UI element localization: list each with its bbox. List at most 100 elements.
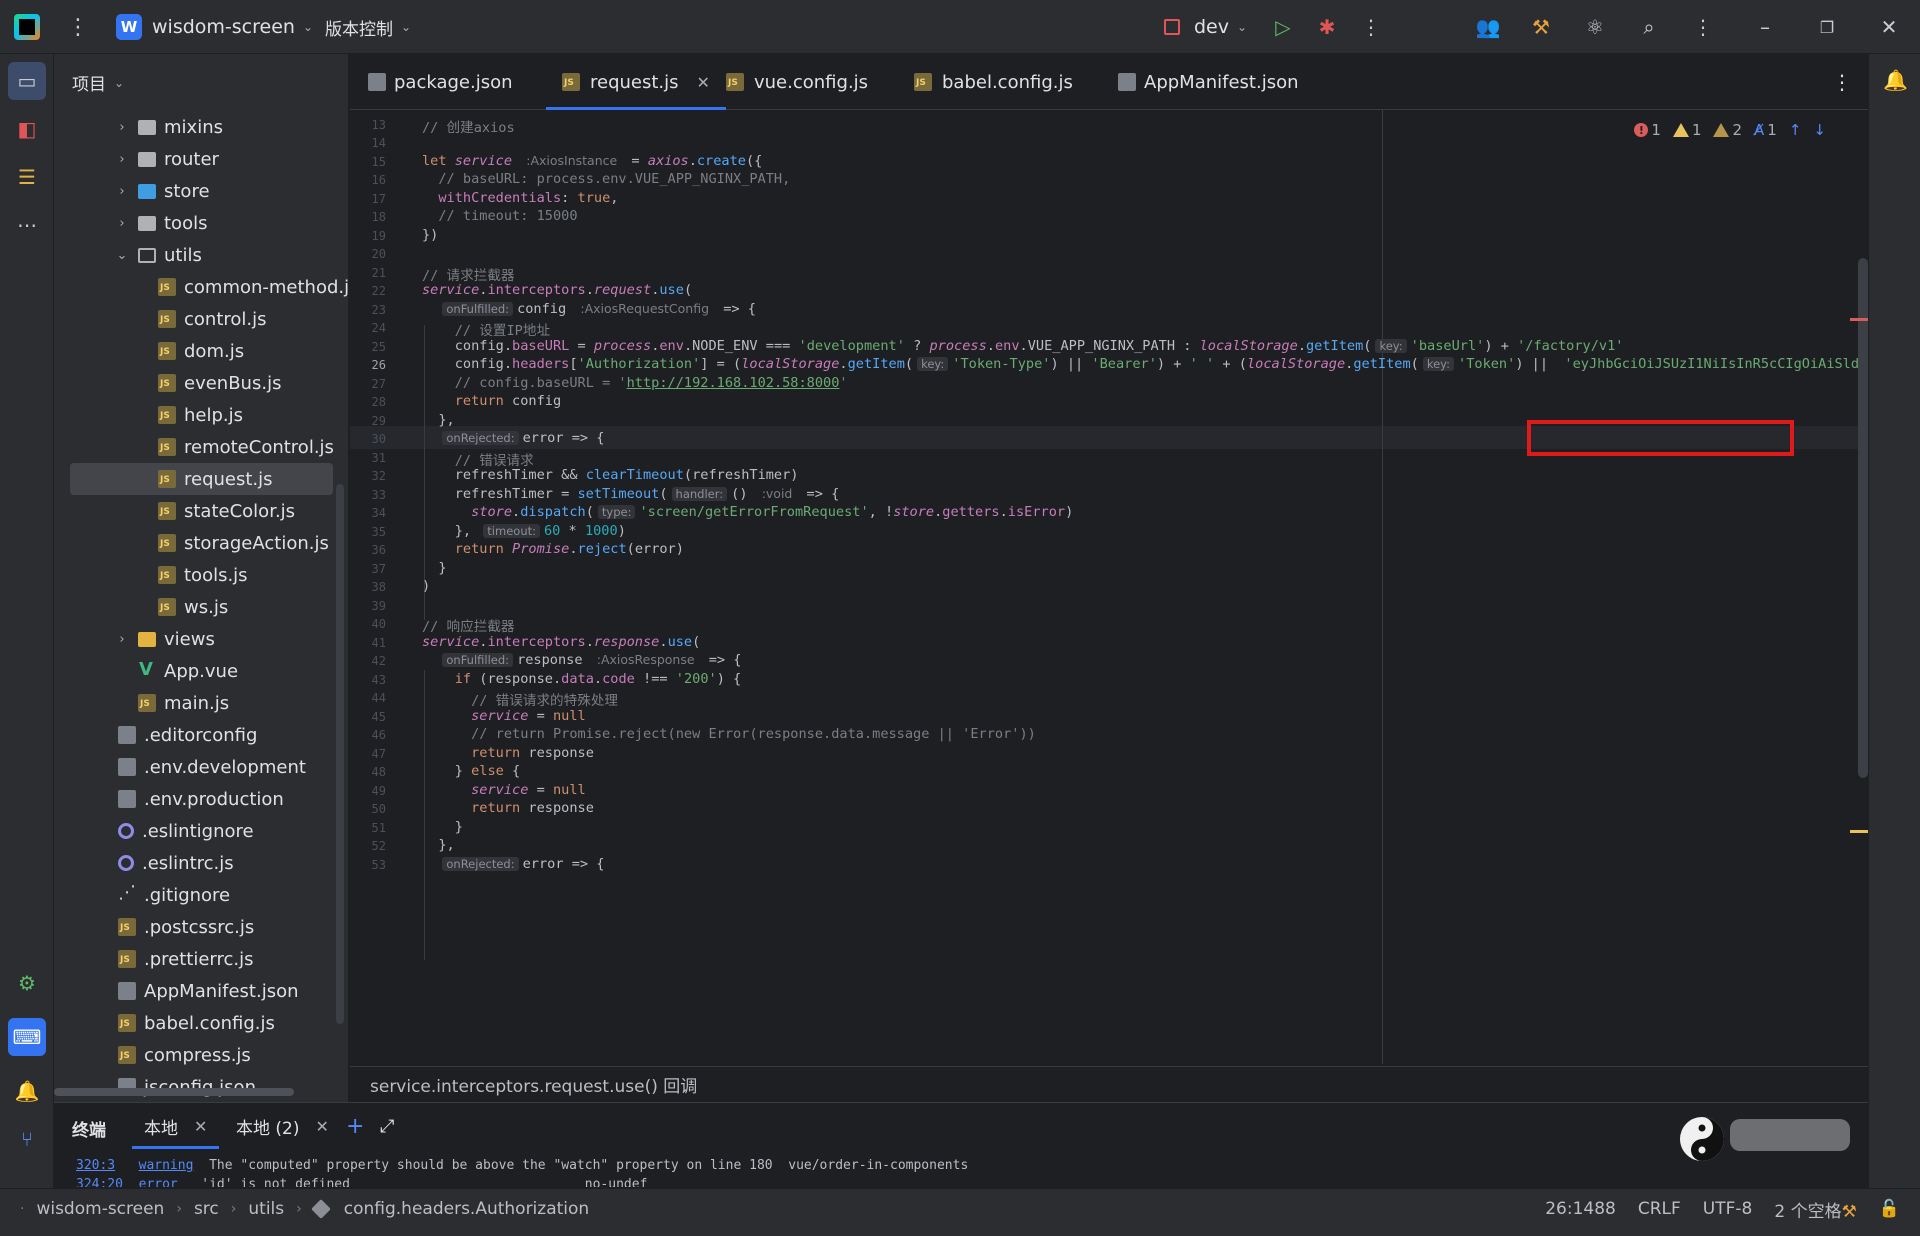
inspection-widget[interactable]: ! 1 1 2 A̸ 1 ↑ ↓ — [1634, 118, 1826, 142]
database-tool-icon[interactable]: ☰ — [8, 158, 46, 196]
chevron-right-icon[interactable]: › — [114, 216, 130, 231]
tree-item[interactable]: request.js — [70, 463, 333, 495]
problems-tool-icon[interactable]: 🔔 — [8, 1072, 46, 1110]
tree-item[interactable]: › mixins — [54, 111, 348, 143]
vcs-selector[interactable]: 版本控制 ⌄ — [325, 0, 411, 54]
tree-item[interactable]: › store — [54, 175, 348, 207]
error-stripe-marker[interactable] — [1850, 318, 1868, 321]
run-config-selector[interactable]: dev ⌄ — [1164, 0, 1247, 54]
tree-scrollbar[interactable] — [336, 484, 344, 1024]
tree-item[interactable]: main.js — [54, 687, 348, 719]
tree-item[interactable]: ws.js — [54, 591, 348, 623]
tree-horizontal-scrollbar[interactable] — [54, 1088, 294, 1096]
tree-item[interactable]: remoteControl.js — [54, 431, 348, 463]
tab-request-js[interactable]: request.js ✕ — [546, 54, 726, 110]
tree-item[interactable]: stateColor.js — [54, 495, 348, 527]
editor-breadcrumb[interactable]: service.interceptors.request.use() 回调 — [350, 1066, 1868, 1102]
terminal-link[interactable]: 324:20 — [76, 1177, 123, 1187]
app-logo[interactable] — [14, 0, 42, 54]
tree-item[interactable]: .prettierrc.js — [54, 943, 348, 975]
debug-icon[interactable]: ✱ — [1312, 0, 1342, 54]
close-icon[interactable]: ✕ — [1874, 0, 1904, 54]
tree-item[interactable]: evenBus.js — [54, 367, 348, 399]
tree-item[interactable]: ⌄ utils — [54, 239, 348, 271]
tree-item[interactable]: .gitignore — [54, 879, 348, 911]
structure-tool-icon[interactable]: ◧ — [8, 110, 46, 148]
terminal-tab-local-2[interactable]: 本地 (2) ✕ — [236, 1103, 329, 1149]
tree-item[interactable]: › views — [54, 623, 348, 655]
minimize-icon[interactable]: – — [1750, 0, 1780, 54]
git-tool-icon[interactable]: ⑂ — [8, 1120, 46, 1158]
warnings-count[interactable]: 1 — [1672, 121, 1701, 139]
file-encoding[interactable]: UTF-8 — [1703, 1199, 1753, 1219]
tab-vue-config-js[interactable]: vue.config.js — [726, 54, 868, 110]
tree-item[interactable]: babel.config.js — [54, 1007, 348, 1039]
tab-package-json[interactable]: package.json — [368, 54, 513, 110]
tree-item[interactable]: tools.js — [54, 559, 348, 591]
typos-count[interactable]: A̸ 1 — [1754, 121, 1777, 139]
status-crumb[interactable]: src — [194, 1199, 219, 1219]
terminal-tab-local[interactable]: 本地 ✕ — [131, 1103, 220, 1149]
close-tab-icon[interactable]: ✕ — [194, 1117, 207, 1136]
read-only-lock-icon[interactable]: 🔓 — [1879, 1199, 1900, 1219]
terminal-tool-icon[interactable]: ⌨ — [8, 1018, 46, 1056]
tree-item[interactable]: .eslintrc.js — [54, 847, 348, 879]
notifications-icon[interactable]: 🔔 — [1883, 68, 1908, 92]
code-editor[interactable]: 1213141516171819202122232425262728293031… — [350, 110, 1868, 1064]
close-tab-icon[interactable]: ✕ — [697, 73, 710, 92]
project-selector[interactable]: W wisdom-screen ⌄ — [116, 0, 313, 54]
tree-item[interactable]: dom.js — [54, 335, 348, 367]
code-with-me-icon[interactable]: 👥 — [1473, 0, 1503, 54]
tab-options-icon[interactable]: ⋮ — [1832, 54, 1852, 110]
tree-item[interactable]: App.vue — [54, 655, 348, 687]
terminal-link[interactable]: 320:3 — [76, 1158, 115, 1173]
tree-item[interactable]: jsconfig.json — [54, 1071, 348, 1102]
settings-menu-icon[interactable]: ⋮ — [1688, 0, 1718, 54]
more-tools-icon[interactable]: ⋯ — [8, 206, 46, 244]
tree-item[interactable]: AppManifest.json — [54, 975, 348, 1007]
tree-item[interactable]: .env.development — [54, 751, 348, 783]
project-panel-title[interactable]: 项目 ⌄ — [72, 70, 124, 95]
tree-item[interactable]: help.js — [54, 399, 348, 431]
run-icon[interactable]: ▷ — [1268, 0, 1298, 54]
tree-item[interactable]: compress.js — [54, 1039, 348, 1071]
status-crumb[interactable]: config.headers.Authorization — [344, 1199, 589, 1219]
editor-scrollbar[interactable] — [1858, 258, 1868, 778]
search-icon[interactable]: ⌕ — [1634, 0, 1664, 54]
tree-item[interactable]: › tools — [54, 207, 348, 239]
warning-stripe-marker[interactable] — [1850, 830, 1868, 833]
tree-item[interactable]: common-method.js — [54, 271, 348, 303]
expand-icon[interactable]: ⤢ — [380, 1103, 394, 1149]
tree-item[interactable]: .env.production — [54, 783, 348, 815]
chevron-down-icon[interactable]: ⌄ — [114, 248, 130, 263]
close-tab-icon[interactable]: ✕ — [315, 1117, 328, 1136]
chevron-right-icon[interactable]: › — [114, 152, 130, 167]
services-gear-icon[interactable]: ⚙ — [8, 964, 46, 1002]
tree-item[interactable]: .postcssrc.js — [54, 911, 348, 943]
tab-appmanifest-json[interactable]: AppManifest.json — [1118, 54, 1299, 110]
tab-babel-config-js[interactable]: babel.config.js — [914, 54, 1073, 110]
tree-item[interactable]: control.js — [54, 303, 348, 335]
prev-highlight-icon[interactable]: ↑ — [1789, 121, 1802, 139]
indent-setting[interactable]: 2 个空格⚒ — [1774, 1197, 1856, 1222]
restore-icon[interactable]: ❐ — [1812, 0, 1842, 54]
tree-item[interactable]: .editorconfig — [54, 719, 348, 751]
main-menu-icon[interactable]: ⋮ — [67, 0, 89, 54]
errors-count[interactable]: ! 1 — [1634, 121, 1661, 139]
line-separator[interactable]: CRLF — [1638, 1199, 1681, 1219]
caret-position[interactable]: 26:1488 — [1545, 1199, 1616, 1219]
chevron-right-icon[interactable]: › — [114, 120, 130, 135]
next-highlight-icon[interactable]: ↓ — [1813, 121, 1826, 139]
more-actions-icon[interactable]: ⋮ — [1356, 0, 1386, 54]
ai-assistant-icon[interactable]: ⚛ — [1580, 0, 1610, 54]
chevron-right-icon[interactable]: › — [114, 632, 130, 647]
tree-item[interactable]: › router — [54, 143, 348, 175]
tree-item[interactable]: .eslintignore — [54, 815, 348, 847]
status-crumb[interactable]: utils — [248, 1199, 284, 1219]
project-tool-icon[interactable]: ▭ — [8, 62, 46, 100]
chevron-right-icon[interactable]: › — [114, 184, 130, 199]
tools-icon[interactable]: ⚒ — [1526, 0, 1556, 54]
new-terminal-icon[interactable]: + — [346, 1103, 364, 1149]
tree-item[interactable]: storageAction.js — [54, 527, 348, 559]
weak-warnings-count[interactable]: 2 — [1713, 121, 1742, 139]
